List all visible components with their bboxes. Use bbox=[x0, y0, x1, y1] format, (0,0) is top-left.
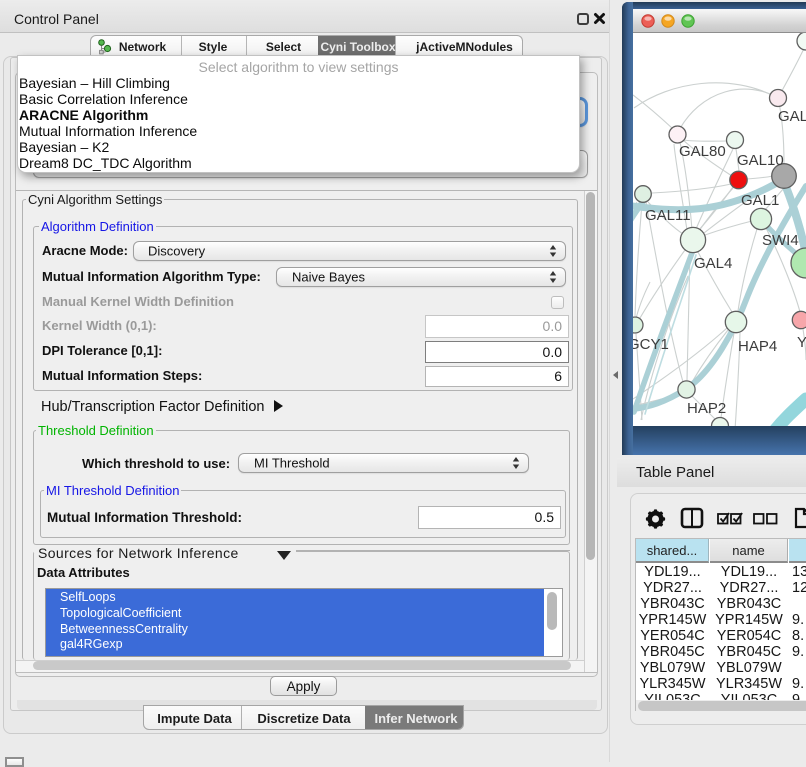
svg-text:GAL7: GAL7 bbox=[778, 108, 806, 125]
svg-text:GAL4: GAL4 bbox=[694, 255, 732, 272]
svg-text:SWI4: SWI4 bbox=[762, 232, 799, 249]
svg-text:YE: YE bbox=[797, 334, 806, 351]
svg-text:GAL11: GAL11 bbox=[645, 207, 691, 224]
svg-text:GAL1: GAL1 bbox=[741, 192, 779, 209]
svg-text:GAL80: GAL80 bbox=[679, 143, 726, 160]
svg-text:HAP4: HAP4 bbox=[738, 338, 777, 355]
svg-text:GAL10: GAL10 bbox=[737, 152, 784, 169]
svg-text:HAP2: HAP2 bbox=[687, 400, 726, 417]
svg-text:GCY1: GCY1 bbox=[633, 336, 669, 353]
